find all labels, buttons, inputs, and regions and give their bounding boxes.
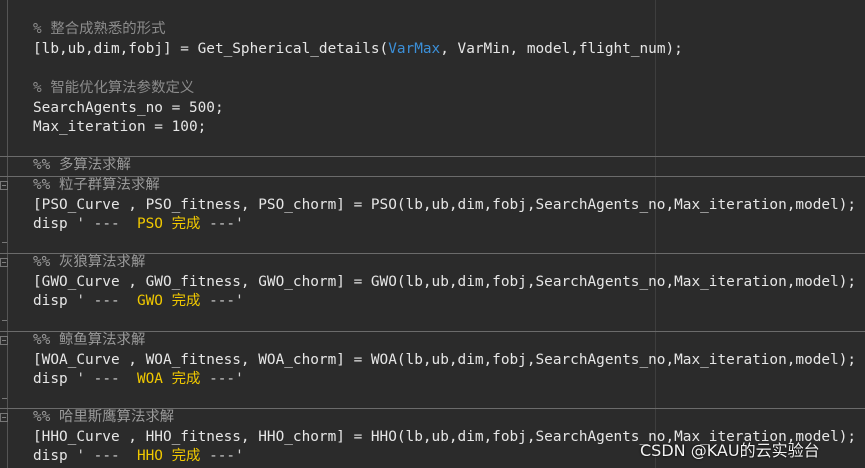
fold-collapse-icon[interactable]: − [0, 336, 8, 345]
comment-params: % 智能优化算法参数定义 [33, 80, 195, 96]
fold-collapse-icon[interactable]: − [0, 413, 8, 422]
right-margin-line [655, 0, 656, 468]
code-text: [lb,ub,dim,fobj] = Get_Spherical_details… [33, 41, 389, 57]
string-part: ---' [200, 293, 244, 309]
code-line-max-iteration: Max_iteration = 100; [33, 119, 207, 135]
fold-end-marker [2, 398, 7, 399]
string-highlight: HHO 完成 [136, 448, 201, 464]
disp-keyword: disp [33, 371, 77, 387]
section-title-multi: %% 多算法求解 [33, 157, 131, 173]
section-title-woa: %% 鲸鱼算法求解 [33, 332, 146, 348]
fold-end-marker [2, 242, 7, 243]
fold-collapse-icon[interactable]: − [0, 181, 8, 190]
highlighted-variable: VarMax [388, 41, 441, 57]
fold-collapse-icon[interactable]: − [0, 258, 8, 267]
section-title-hho: %% 哈里斯鹰算法求解 [33, 409, 175, 425]
string-part: ' --- [76, 448, 137, 464]
code-line-gwo-disp: disp ' --- GWO 完成 ---' [33, 292, 244, 311]
section-title-pso: %% 粒子群算法求解 [33, 177, 160, 193]
string-highlight: GWO 完成 [136, 293, 201, 309]
string-part: ---' [200, 371, 244, 387]
code-line-gwo-call: [GWO_Curve , GWO_fitness, GWO_chorm] = G… [33, 274, 857, 290]
code-line-woa-disp: disp ' --- WOA 完成 ---' [33, 370, 244, 389]
code-editor[interactable]: % 整合成熟悉的形式 [lb,ub,dim,fobj] = Get_Spheri… [0, 0, 865, 468]
string-part: ---' [200, 216, 244, 232]
code-line-details: [lb,ub,dim,fobj] = Get_Spherical_details… [33, 40, 683, 59]
code-line-pso-disp: disp ' --- PSO 完成 ---' [33, 215, 244, 234]
code-line-woa-call: [WOA_Curve , WOA_fitness, WOA_chorm] = W… [33, 352, 857, 368]
code-line-pso-call: [PSO_Curve , PSO_fitness, PSO_chorm] = P… [33, 197, 857, 213]
string-highlight: PSO 完成 [136, 216, 201, 232]
fold-gutter [7, 0, 8, 468]
string-part: ' --- [76, 216, 137, 232]
string-highlight: WOA 完成 [136, 371, 201, 387]
code-line-hho-disp: disp ' --- HHO 完成 ---' [33, 447, 244, 466]
disp-keyword: disp [33, 448, 77, 464]
code-text: , VarMin, model,flight_num); [440, 41, 683, 57]
string-part: ---' [200, 448, 244, 464]
comment-integrate: % 整合成熟悉的形式 [33, 21, 166, 37]
watermark: CSDN @KAU的云实验台 [640, 441, 820, 460]
disp-keyword: disp [33, 216, 77, 232]
string-part: ' --- [76, 293, 137, 309]
string-part: ' --- [76, 371, 137, 387]
section-title-gwo: %% 灰狼算法求解 [33, 254, 146, 270]
fold-end-marker [2, 320, 7, 321]
code-line-search-agents: SearchAgents_no = 500; [33, 100, 224, 116]
disp-keyword: disp [33, 293, 77, 309]
